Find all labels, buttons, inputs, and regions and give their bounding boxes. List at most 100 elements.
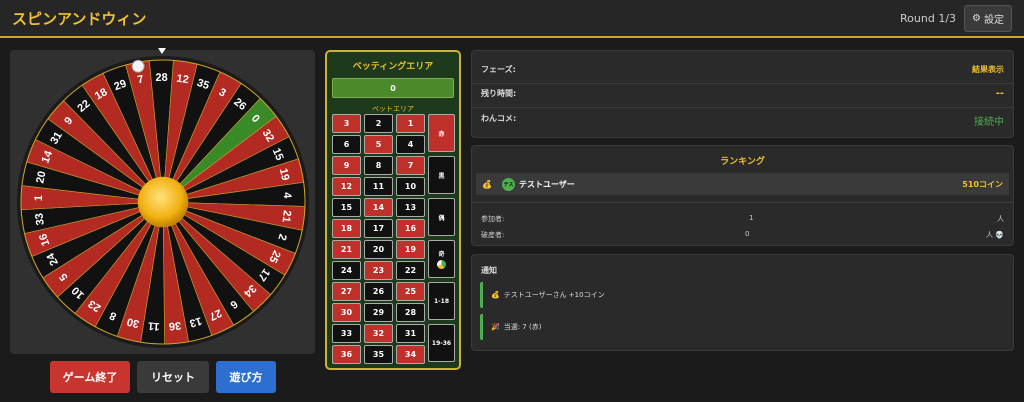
- party-icon: 🎉: [491, 323, 500, 331]
- bet-number-34[interactable]: 34: [396, 345, 425, 364]
- bet-number-3[interactable]: 3: [332, 114, 361, 133]
- bet-number-25[interactable]: 25: [396, 282, 425, 301]
- participants-value: 1: [749, 214, 754, 222]
- bet-number-35[interactable]: 35: [364, 345, 393, 364]
- bet-number-7[interactable]: 7: [396, 156, 425, 175]
- ranking-card: ランキング 💰 テス テストユーザー 510コイン 参加者: 1 人 破産者: …: [471, 145, 1014, 246]
- phase-value: 結果表示: [972, 65, 1004, 74]
- bankrupt-label: 破産者:: [481, 231, 505, 239]
- bankrupt-value: 0: [745, 230, 750, 238]
- bet-number-19[interactable]: 19: [396, 240, 425, 259]
- settings-button[interactable]: ⚙ 設定: [964, 4, 1012, 32]
- time-label: 残り時間:: [481, 89, 517, 98]
- money-bag-icon: 💰: [491, 291, 500, 299]
- bet-number-32[interactable]: 32: [364, 324, 393, 343]
- bet-number-21[interactable]: 21: [332, 240, 361, 259]
- notification-item: 🎉 当選: 7 (赤): [480, 314, 1004, 340]
- status-card: フェーズ: 結果表示 残り時間: -- わんコメ: 接続中: [471, 50, 1014, 138]
- notification-text: テストユーザーさん +10コイン: [503, 291, 605, 299]
- how-to-play-button[interactable]: 遊び方: [216, 361, 276, 393]
- bet-low[interactable]: 1-18: [428, 282, 455, 320]
- bet-number-11[interactable]: 11: [364, 177, 393, 196]
- notifications-card: 通知 💰 テストユーザーさん +10コイン 🎉 当選: 7 (赤): [471, 254, 1014, 351]
- bet-number-9[interactable]: 9: [332, 156, 361, 175]
- wheel-number-1: 1: [33, 195, 45, 201]
- bet-number-30[interactable]: 30: [332, 303, 361, 322]
- ranking-title: ランキング: [720, 157, 765, 167]
- bet-number-1[interactable]: 1: [396, 114, 425, 133]
- bet-black[interactable]: 黒: [428, 156, 455, 194]
- bet-number-26[interactable]: 26: [364, 282, 393, 301]
- bet-number-28[interactable]: 28: [396, 303, 425, 322]
- participants-label: 参加者:: [481, 215, 505, 223]
- betting-area: ベッティングエリア 0 ベットエリア 3 2 1 6 5 4 9 8 7 12 11 10 15 14 13…: [325, 50, 461, 370]
- comment-row: わんコメ: 接続中: [481, 113, 1004, 128]
- end-game-button[interactable]: ゲーム終了: [50, 361, 130, 393]
- bet-number-4[interactable]: 4: [396, 135, 425, 154]
- bet-number-15[interactable]: 15: [332, 198, 361, 217]
- bet-number-24[interactable]: 24: [332, 261, 361, 280]
- ranking-row: 💰 テス テストユーザー 510コイン: [476, 173, 1009, 195]
- roulette-wheel[interactable]: 0321519421225173462713361130823105241633…: [10, 50, 315, 354]
- bet-number-22[interactable]: 22: [396, 261, 425, 280]
- participants-unit: 人: [997, 215, 1004, 223]
- divider: [472, 83, 1013, 84]
- wheel-number-20: 20: [34, 170, 48, 184]
- chip-icon: [437, 260, 446, 269]
- bet-red[interactable]: 赤: [428, 114, 455, 152]
- ranking-name: テストユーザー: [518, 179, 575, 189]
- notification-item: 💰 テストユーザーさん +10コイン: [480, 282, 1004, 308]
- bet-number-33[interactable]: 33: [332, 324, 361, 343]
- comment-label: わんコメ:: [481, 114, 517, 123]
- bet-number-13[interactable]: 13: [396, 198, 425, 217]
- bet-number-10[interactable]: 10: [396, 177, 425, 196]
- wheel-number-28: 28: [155, 72, 167, 84]
- betting-title: ベッティングエリア: [352, 62, 434, 72]
- wheel-number-12: 12: [176, 73, 190, 87]
- notifications-title: 通知: [481, 266, 497, 275]
- wheel-pointer-icon: [158, 48, 166, 54]
- bet-number-5[interactable]: 5: [364, 135, 393, 154]
- time-value: --: [995, 88, 1004, 99]
- wheel-number-33: 33: [33, 212, 47, 226]
- bet-number-14[interactable]: 14: [364, 198, 393, 217]
- app-header: スピンアンドウィン Round 1/3 ⚙ 設定: [0, 0, 1024, 38]
- comment-status: 接続中: [974, 117, 1004, 128]
- bet-amount[interactable]: 0: [332, 78, 454, 98]
- bet-number-20[interactable]: 20: [364, 240, 393, 259]
- bet-number-8[interactable]: 8: [364, 156, 393, 175]
- bet-number-12[interactable]: 12: [332, 177, 361, 196]
- bet-number-29[interactable]: 29: [364, 303, 393, 322]
- game-controls: ゲーム終了 リセット 遊び方: [50, 361, 276, 393]
- bet-area-label: ベットエリア: [372, 105, 414, 113]
- bet-number-27[interactable]: 27: [332, 282, 361, 301]
- bet-number-23[interactable]: 23: [364, 261, 393, 280]
- avatar: テス: [501, 177, 515, 191]
- reset-button[interactable]: リセット: [137, 361, 209, 393]
- wheel-hub: [138, 177, 188, 227]
- time-row: 残り時間: --: [481, 88, 1004, 99]
- bet-number-2[interactable]: 2: [364, 114, 393, 133]
- divider: [472, 107, 1013, 108]
- bet-odd[interactable]: 奇: [428, 240, 455, 278]
- bet-number-16[interactable]: 16: [396, 219, 425, 238]
- bet-high[interactable]: 19-36: [428, 324, 455, 362]
- bet-even[interactable]: 偶: [428, 198, 455, 236]
- wheel-panel: 0 32 15 19 4 21 2 25 17 34 6 27 13 36 11 30 8 23 10 5 24 16 33…: [10, 50, 315, 354]
- divider: [472, 202, 1013, 203]
- ranking-coins: 510コイン: [962, 179, 1003, 189]
- app-title: スピンアンドウィン: [12, 9, 147, 28]
- settings-label: 設定: [984, 14, 1004, 26]
- phase-row: フェーズ: 結果表示: [481, 64, 1004, 75]
- phase-label: フェーズ:: [481, 65, 516, 74]
- bet-number-6[interactable]: 6: [332, 135, 361, 154]
- wheel-number-36: 36: [168, 319, 181, 332]
- bet-number-31[interactable]: 31: [396, 324, 425, 343]
- bet-number-17[interactable]: 17: [364, 219, 393, 238]
- bet-number-18[interactable]: 18: [332, 219, 361, 238]
- bet-odd-label: 奇: [438, 251, 445, 258]
- round-indicator: Round 1/3: [900, 11, 957, 25]
- money-bag-icon: 💰: [482, 179, 492, 189]
- wheel-number-21: 21: [280, 210, 293, 224]
- bet-number-36[interactable]: 36: [332, 345, 361, 364]
